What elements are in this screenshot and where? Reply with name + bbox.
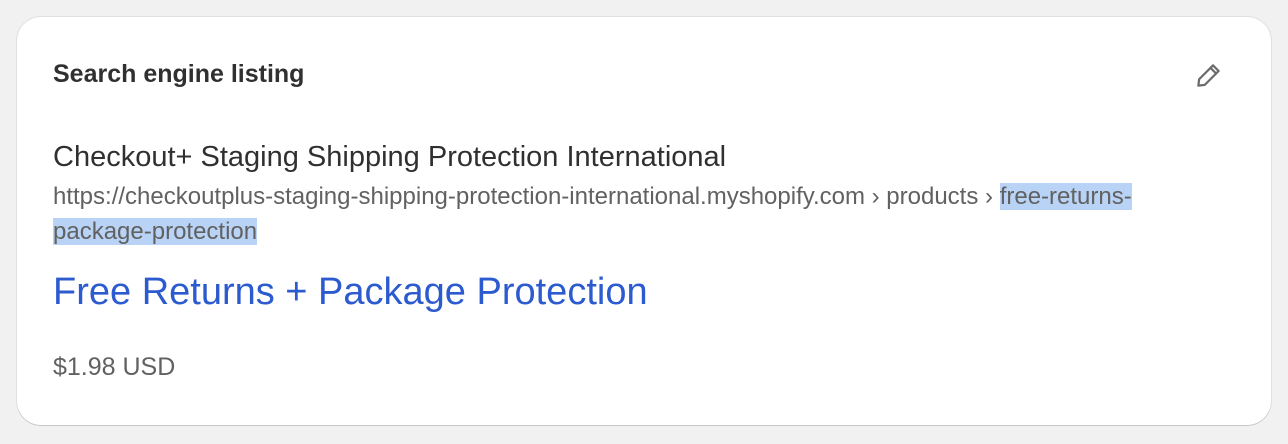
search-engine-listing-card: Search engine listing Checkout+ Staging … [17, 17, 1271, 425]
listing-url: https://checkoutplus-staging-shipping-pr… [53, 179, 1213, 249]
edit-button[interactable] [1189, 55, 1229, 95]
store-name: Checkout+ Staging Shipping Protection In… [53, 141, 727, 173]
price: $1.98 USD [53, 353, 176, 381]
card-title: Search engine listing [53, 60, 305, 88]
page-title-link[interactable]: Free Returns + Package Protection [53, 269, 648, 315]
pencil-icon [1194, 60, 1224, 90]
url-base: https://checkoutplus-staging-shipping-pr… [53, 183, 1000, 210]
